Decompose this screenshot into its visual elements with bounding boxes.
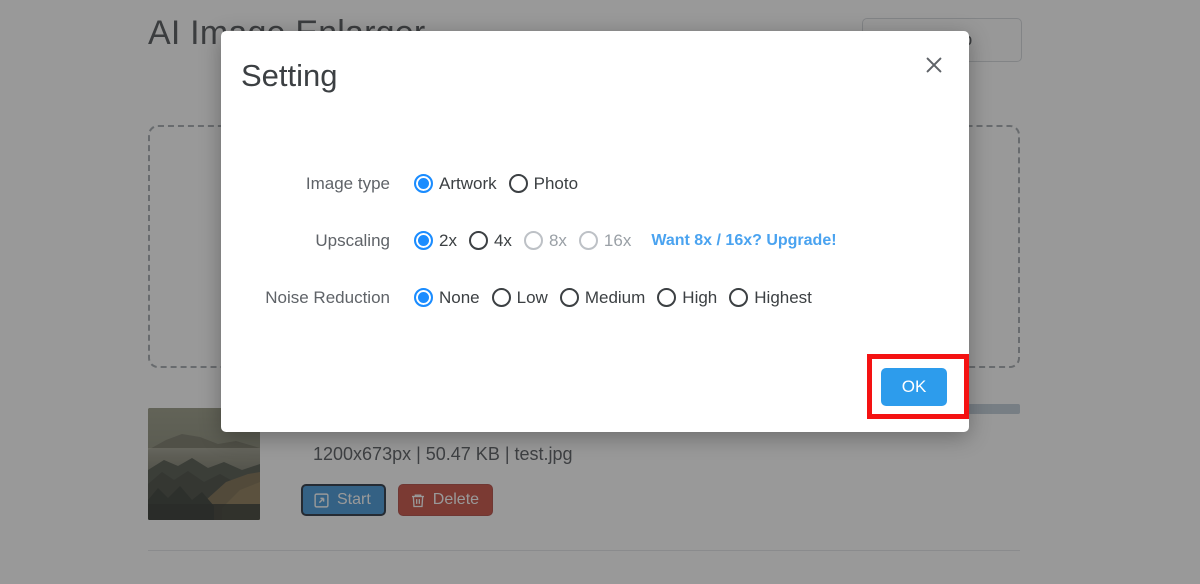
radio-option-upscaling-8x: 8x — [523, 230, 567, 251]
radio-option-image-type-artwork[interactable]: Artwork — [414, 174, 497, 194]
radio-label: 16x — [603, 230, 632, 250]
radio-label: Artwork — [439, 173, 497, 193]
settings-row-image-type: Image type Artwork Photo — [221, 155, 969, 212]
row-label-upscaling: Upscaling — [315, 230, 390, 250]
radio-icon — [729, 288, 749, 307]
radio-option-noise-reduction-highest[interactable]: Highest — [729, 288, 812, 308]
radio-label: None — [439, 287, 480, 307]
radio-icon — [468, 231, 488, 250]
radio-label: High — [682, 287, 718, 307]
radio-option-upscaling-16x: 16x — [578, 230, 632, 251]
modal-title: Setting — [241, 58, 338, 93]
app-root: AI Image Enlarger Sign Up — [0, 0, 1200, 584]
radio-option-image-type-photo[interactable]: Photo — [508, 173, 579, 194]
radio-option-noise-reduction-low[interactable]: Low — [491, 287, 548, 308]
radio-icon — [414, 288, 433, 307]
radio-icon — [491, 288, 511, 307]
radio-icon — [414, 174, 433, 193]
radio-label: 4x — [493, 230, 512, 250]
options-image-type: Artwork Photo — [414, 174, 578, 194]
radio-option-noise-reduction-none[interactable]: None — [414, 288, 480, 308]
ok-button[interactable]: OK — [881, 368, 947, 406]
radio-label: Medium — [584, 287, 646, 307]
radio-label: 8x — [548, 230, 567, 250]
radio-option-noise-reduction-high[interactable]: High — [657, 288, 717, 308]
radio-option-upscaling-2x[interactable]: 2x — [414, 231, 457, 251]
setting-modal: Setting Image type Artwork Photo Upscaling 2… — [221, 31, 969, 432]
radio-label: 2x — [439, 230, 457, 250]
radio-label: Highest — [754, 287, 812, 307]
radio-label: Low — [516, 287, 548, 307]
settings-row-upscaling: Upscaling 2x 4x 8x 16x Want 8x / 16x? Upgrade… — [221, 212, 969, 269]
radio-icon — [657, 288, 677, 307]
radio-icon — [414, 231, 433, 250]
upgrade-link[interactable]: Want 8x / 16x? Upgrade! — [651, 232, 836, 250]
settings-row-noise-reduction: Noise Reduction None Low Medium High Highest — [221, 269, 969, 326]
options-noise-reduction: None Low Medium High Highest — [414, 288, 812, 308]
radio-option-noise-reduction-medium[interactable]: Medium — [559, 287, 646, 308]
settings-form: Image type Artwork Photo Upscaling 2x 4x 8x 16x… — [221, 155, 969, 326]
row-label-image-type: Image type — [305, 173, 390, 193]
radio-icon — [559, 288, 579, 307]
radio-icon — [523, 231, 543, 250]
radio-label: Photo — [533, 173, 579, 193]
radio-option-upscaling-4x[interactable]: 4x — [468, 230, 512, 251]
radio-icon — [508, 174, 528, 193]
close-icon[interactable] — [917, 48, 951, 82]
row-label-noise-reduction: Noise Reduction — [265, 287, 390, 307]
options-upscaling: 2x 4x 8x 16x Want 8x / 16x? Upgrade! — [414, 231, 837, 251]
radio-icon — [578, 231, 598, 250]
